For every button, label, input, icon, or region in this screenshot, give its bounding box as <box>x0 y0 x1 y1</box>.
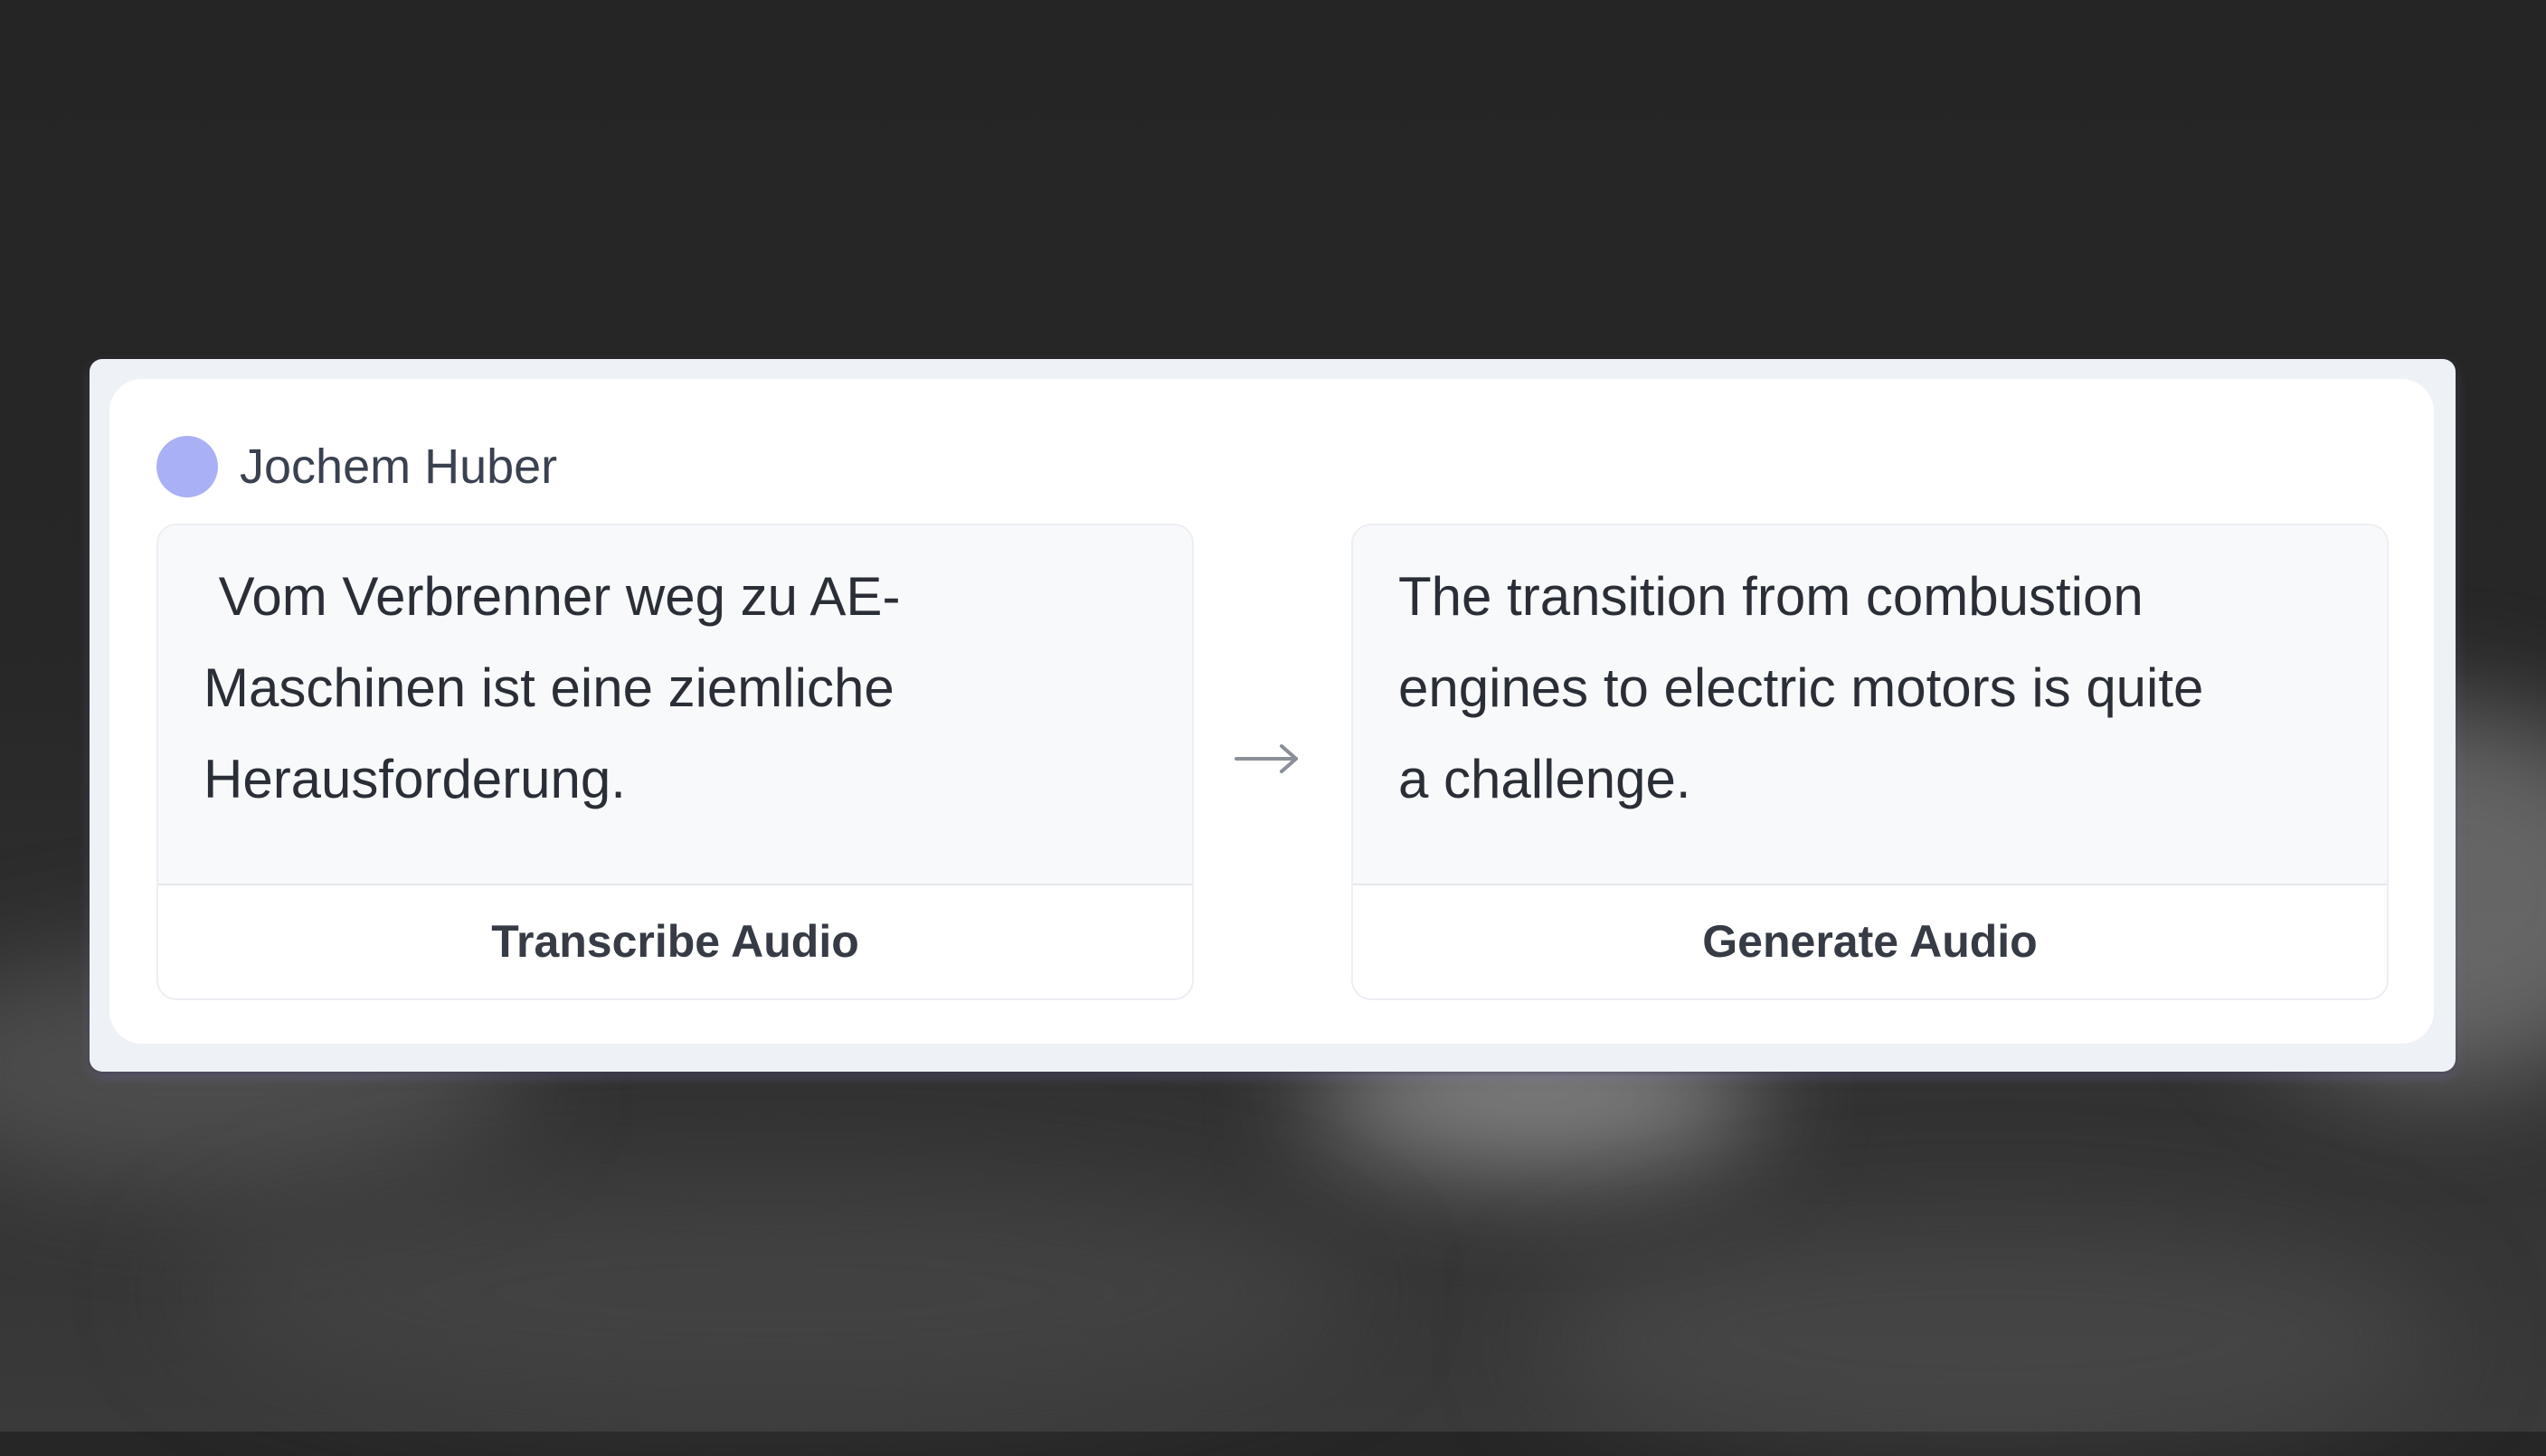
target-text: The transition from combustion engines t… <box>1398 566 2204 809</box>
generate-audio-button[interactable]: Generate Audio <box>1353 885 2387 997</box>
speaker-header: Jochem Huber <box>156 435 557 498</box>
target-panel: The transition from combustion engines t… <box>1351 524 2389 1000</box>
target-text-area: The transition from combustion engines t… <box>1353 525 2387 885</box>
speaker-name: Jochem Huber <box>240 440 558 494</box>
source-text-area: Vom Verbrenner weg zu AE- Maschinen ist … <box>158 525 1192 885</box>
background-highlight <box>1538 1221 2442 1456</box>
transcribe-audio-button[interactable]: Transcribe Audio <box>158 885 1192 997</box>
source-text: Vom Verbrenner weg zu AE- Maschinen ist … <box>203 566 901 809</box>
source-panel: Vom Verbrenner weg zu AE- Maschinen ist … <box>156 524 1194 1000</box>
right-arrow-icon <box>1235 744 1298 773</box>
background-highlight <box>181 1176 1357 1411</box>
translation-card-frame: Jochem Huber Vom Verbrenner weg zu AE- M… <box>90 359 2456 1072</box>
avatar <box>156 436 218 497</box>
translation-card: Jochem Huber Vom Verbrenner weg zu AE- M… <box>109 379 2434 1044</box>
